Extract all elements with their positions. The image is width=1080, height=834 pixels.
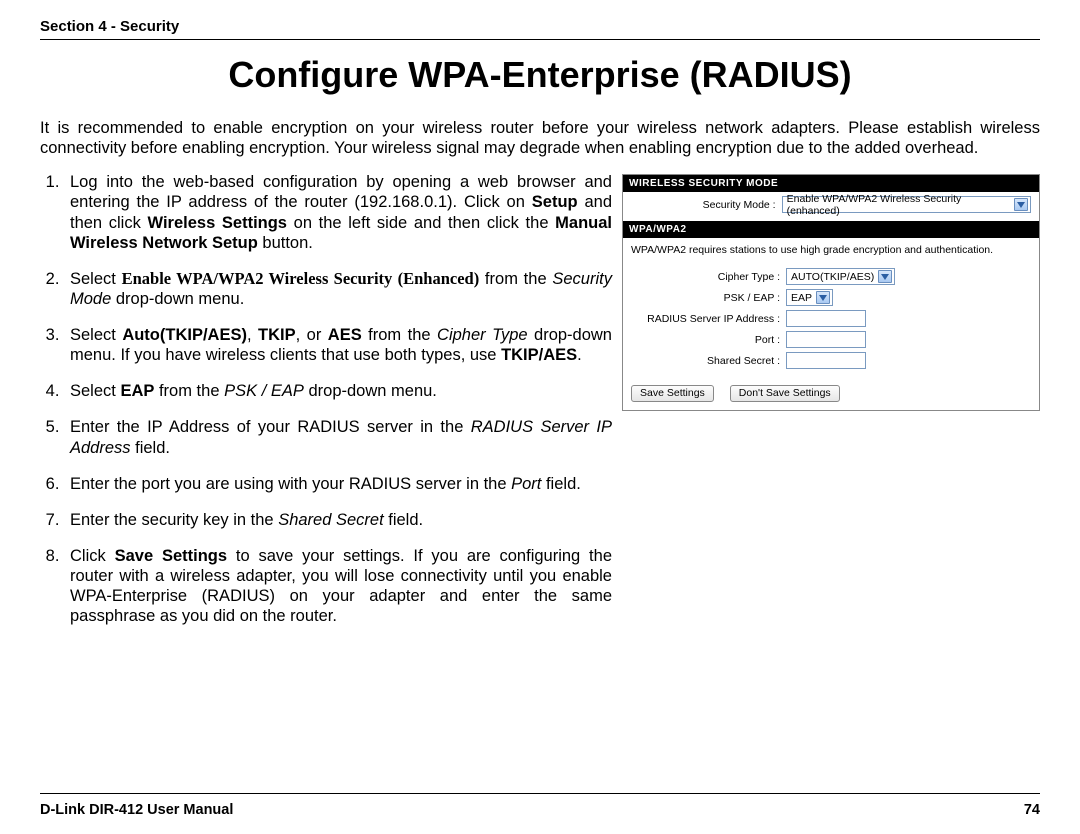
text: field. (384, 511, 423, 529)
panel-note: WPA/WPA2 requires stations to use high g… (623, 238, 1039, 266)
text: Select (70, 326, 122, 344)
bold-setup: Setup (532, 193, 578, 211)
text: Log into the web-based configuration by … (70, 173, 612, 211)
router-settings-panel: WIRELESS SECURITY MODE Security Mode : E… (622, 174, 1040, 411)
text: button. (258, 234, 313, 252)
panel-heading-wpa-wpa2: WPA/WPA2 (623, 221, 1039, 238)
save-settings-button[interactable]: Save Settings (631, 385, 714, 402)
chevron-down-icon (1014, 198, 1028, 211)
shared-secret-label: Shared Secret : (631, 355, 786, 367)
text: Select (70, 382, 120, 400)
dont-save-settings-button[interactable]: Don't Save Settings (730, 385, 840, 402)
security-mode-label: Security Mode : (631, 199, 782, 211)
psk-eap-select[interactable]: EAP (786, 289, 833, 306)
step-8: Click Save Settings to save your setting… (64, 546, 612, 627)
psk-eap-value: EAP (791, 292, 812, 304)
shared-secret-input[interactable] (786, 352, 866, 369)
text: drop-down menu. (111, 290, 244, 308)
step-7: Enter the security key in the Shared Sec… (64, 510, 612, 530)
text: , or (296, 326, 328, 344)
bold-wireless-settings: Wireless Settings (148, 214, 287, 232)
cipher-type-value: AUTO(TKIP/AES) (791, 271, 874, 283)
bold-auto-tkip-aes: Auto(TKIP/AES) (122, 326, 247, 344)
section-header: Section 4 - Security (40, 18, 1040, 37)
bold-enable-wpa: Enable WPA/WPA2 Wireless Security (Enhan… (122, 269, 480, 288)
security-mode-value: Enable WPA/WPA2 Wireless Security (enhan… (787, 193, 1011, 217)
step-4: Select EAP from the PSK / EAP drop-down … (64, 381, 612, 401)
text: on the left side and then click the (287, 214, 555, 232)
bottom-divider (40, 793, 1040, 794)
bold-tkip: TKIP (258, 326, 296, 344)
radius-ip-label: RADIUS Server IP Address : (631, 313, 786, 325)
bold-save-settings: Save Settings (115, 547, 227, 565)
italic-port: Port (511, 475, 541, 493)
bold-tkip-aes: TKIP/AES (501, 346, 577, 364)
footer-page-number: 74 (1024, 802, 1040, 818)
cipher-type-select[interactable]: AUTO(TKIP/AES) (786, 268, 895, 285)
text: . (577, 346, 582, 364)
italic-cipher-type: Cipher Type (437, 326, 528, 344)
text: Select (70, 270, 122, 288)
intro-paragraph: It is recommended to enable encryption o… (40, 118, 1040, 158)
chevron-down-icon (816, 291, 830, 304)
text: Enter the IP Address of your RADIUS serv… (70, 418, 471, 436)
page-title: Configure WPA-Enterprise (RADIUS) (40, 54, 1040, 96)
step-5: Enter the IP Address of your RADIUS serv… (64, 417, 612, 457)
text: Enter the port you are using with your R… (70, 475, 511, 493)
text: , (247, 326, 258, 344)
text: from the (362, 326, 437, 344)
text: Enter the security key in the (70, 511, 278, 529)
step-6: Enter the port you are using with your R… (64, 474, 612, 494)
footer-manual-name: D-Link DIR-412 User Manual (40, 802, 233, 818)
bold-eap: EAP (120, 382, 154, 400)
top-divider (40, 39, 1040, 40)
radius-ip-input[interactable] (786, 310, 866, 327)
cipher-type-label: Cipher Type : (631, 271, 786, 283)
text: from the (154, 382, 224, 400)
text: drop-down menu. (304, 382, 437, 400)
instructions-column: Log into the web-based configuration by … (40, 172, 612, 642)
psk-eap-label: PSK / EAP : (631, 292, 786, 304)
italic-psk-eap: PSK / EAP (224, 382, 304, 400)
bold-aes: AES (328, 326, 362, 344)
panel-heading-wireless-security-mode: WIRELESS SECURITY MODE (623, 175, 1039, 192)
security-mode-select[interactable]: Enable WPA/WPA2 Wireless Security (enhan… (782, 196, 1031, 213)
port-input[interactable] (786, 331, 866, 348)
step-2: Select Enable WPA/WPA2 Wireless Security… (64, 269, 612, 309)
chevron-down-icon (878, 270, 892, 283)
text: from the (479, 270, 552, 288)
text: field. (541, 475, 580, 493)
step-1: Log into the web-based configuration by … (64, 172, 612, 253)
text: Click (70, 547, 115, 565)
step-3: Select Auto(TKIP/AES), TKIP, or AES from… (64, 325, 612, 365)
port-label: Port : (631, 334, 786, 346)
italic-shared-secret: Shared Secret (278, 511, 383, 529)
text: field. (131, 439, 170, 457)
